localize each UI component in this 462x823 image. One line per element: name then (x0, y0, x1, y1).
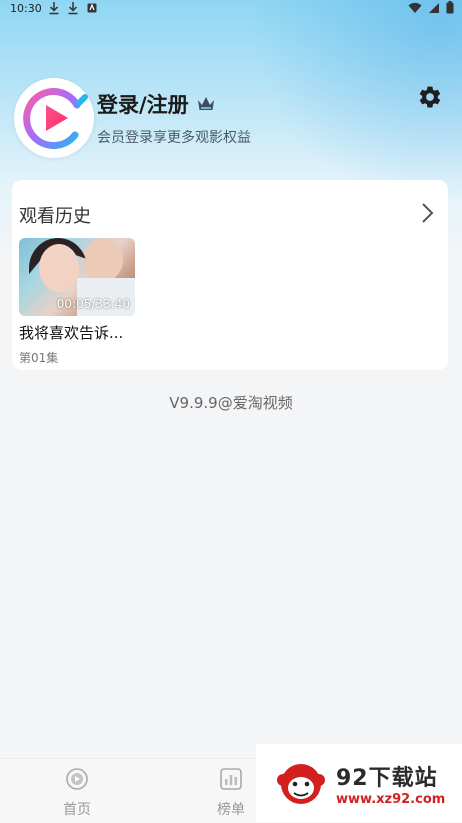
watch-progress: 00:05/33:40 (56, 297, 130, 311)
status-bar: 10:30 (0, 0, 462, 18)
signal-icon (429, 2, 439, 13)
play-logo-icon (23, 88, 88, 149)
video-thumbnail[interactable]: 00:05/33:40 (19, 238, 135, 316)
app-notification-icon (87, 3, 97, 13)
episode-label: 第01集 (19, 351, 59, 365)
battery-icon (446, 1, 454, 14)
version-text: V9.9.9@爱淘视频 (169, 394, 293, 412)
site-watermark: 92下载站 www.xz92.com (256, 744, 462, 822)
tab-home-label: 首页 (63, 802, 91, 818)
home-icon (66, 768, 88, 790)
wifi-icon (408, 2, 422, 13)
watch-history-title[interactable]: 观看历史 (19, 202, 91, 228)
watch-history-card: 观看历史 00:05/33:40 我将喜欢告诉... 第01集 (12, 180, 448, 370)
watermark-title: 92下载站 (336, 766, 438, 791)
status-system-icons (408, 1, 454, 14)
video-title: 我将喜欢告诉... (19, 324, 124, 342)
login-register-link[interactable]: 登录/注册 (97, 89, 189, 119)
monkey-logo-icon (277, 764, 325, 804)
chart-icon (220, 768, 242, 790)
status-time: 10:30 (10, 2, 42, 15)
chevron-right-icon[interactable] (420, 202, 434, 224)
gear-icon[interactable] (417, 84, 443, 110)
history-item[interactable]: 00:05/33:40 我将喜欢告诉... 第01集 (19, 238, 137, 366)
avatar[interactable] (14, 78, 94, 158)
login-subtitle: 会员登录享更多观影权益 (97, 130, 251, 146)
watermark-url: www.xz92.com (336, 792, 446, 807)
crown-icon (198, 97, 214, 110)
tab-home[interactable]: 首页 (37, 759, 117, 823)
download-icon (49, 2, 59, 15)
status-notifications (48, 1, 98, 15)
download-icon (68, 2, 78, 15)
